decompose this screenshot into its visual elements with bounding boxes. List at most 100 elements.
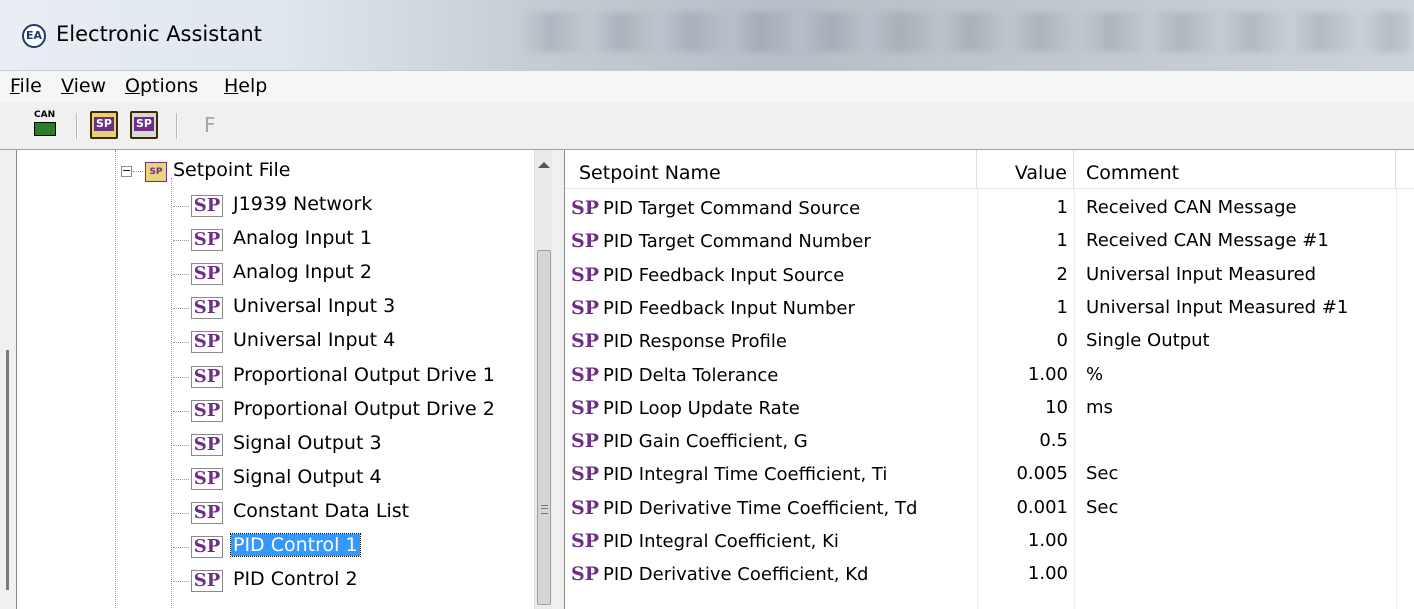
setpoint-name-cell[interactable]: SP PID Integral Time Coefficient, Ti <box>571 456 975 489</box>
setpoint-value-cell[interactable]: 0.005 <box>977 456 1068 489</box>
tree-connector <box>173 376 189 378</box>
toolbar-separator <box>176 113 178 139</box>
setpoint-name: PID Gain Coefficient, G <box>603 431 808 453</box>
tree-item[interactable]: SP Signal Output 4 <box>173 465 533 493</box>
toolbar: CAN SP SP F <box>0 103 1414 150</box>
setpoint-name: PID Feedback Input Source <box>603 264 845 286</box>
tree-connector <box>133 171 143 172</box>
setpoint-icon: SP <box>191 433 223 456</box>
menu-options[interactable]: Options <box>125 75 198 97</box>
setpoint-icon: SP <box>191 263 223 286</box>
tree-item[interactable]: SP Signal Output 3 <box>173 431 533 459</box>
setpoint-name-cell[interactable]: SP PID Response Profile <box>571 323 975 356</box>
table-row[interactable]: SP PID Delta Tolerance 1.00% <box>565 357 1414 390</box>
table-row[interactable]: SP PID Derivative Coefficient, Kd 1.00 <box>565 556 1414 589</box>
table-row[interactable]: SP PID Response Profile 0 Single Output <box>565 323 1414 356</box>
setpoint-tree[interactable]: − SP Setpoint File SP J1939 Network SP Anal… <box>16 150 553 609</box>
open-setpoint-file-button[interactable]: SP <box>90 111 118 139</box>
menu-view[interactable]: View <box>61 75 106 97</box>
setpoint-name-cell[interactable]: SP PID Gain Coefficient, G <box>571 423 975 456</box>
can-monitor-icon <box>34 122 56 136</box>
tree-connector <box>173 478 189 480</box>
setpoint-name-cell[interactable]: SP PID Target Command Source <box>571 190 975 223</box>
setpoint-value-cell[interactable]: 1 <box>977 290 1068 323</box>
table-row[interactable]: SP PID Integral Time Coefficient, Ti 0.005… <box>565 456 1414 489</box>
table-row[interactable]: SP PID Target Command Source 1 Received CAN… <box>565 190 1414 223</box>
tree-connector <box>173 444 189 446</box>
tree-item-label: Proportional Output Drive 1 <box>233 363 495 386</box>
title-bar[interactable]: EA Electronic Assistant <box>0 0 1414 70</box>
tree-item[interactable]: SP J1939 Network <box>173 192 533 220</box>
tree-item[interactable]: SP PID Control 1 <box>173 533 533 561</box>
setpoint-comment-cell: ms <box>1086 396 1113 418</box>
setpoint-icon: SP <box>571 330 600 353</box>
tree-connector <box>173 547 189 548</box>
setpoint-name-cell[interactable]: SP PID Derivative Coefficient, Kd <box>571 556 975 589</box>
tree-scrollbar[interactable] <box>534 150 552 609</box>
tree-connector <box>173 274 189 276</box>
tree-item[interactable]: SP Analog Input 2 <box>173 260 533 288</box>
tree-connector <box>173 512 189 514</box>
setpoint-value-cell[interactable]: 1.00 <box>977 556 1068 589</box>
setpoint-name-cell[interactable]: SP PID Feedback Input Source <box>571 257 975 290</box>
setpoint-value-cell[interactable]: 1.00 <box>977 523 1068 556</box>
setpoint-icon: SP <box>571 496 600 519</box>
setpoint-comment-cell: Sec <box>1086 496 1119 518</box>
setpoint-value-cell[interactable]: 1 <box>977 223 1068 256</box>
setpoint-value-cell[interactable]: 1.00 <box>977 357 1068 390</box>
save-setpoint-file-button[interactable]: SP <box>130 111 158 139</box>
setpoint-comment-cell: % <box>1086 363 1104 385</box>
column-header-comment[interactable]: Comment <box>1074 150 1396 188</box>
setpoint-name: PID Integral Coefficient, Ki <box>603 531 839 552</box>
can-connect-button[interactable]: CAN <box>34 111 62 139</box>
setpoint-name-cell[interactable]: SP PID Feedback Input Number <box>571 290 975 323</box>
tree-item[interactable]: SP Universal Input 3 <box>173 294 533 322</box>
table-row[interactable]: SP PID Feedback Input Number 1 Universal In… <box>565 290 1414 323</box>
setpoint-name-cell[interactable]: SP PID Derivative Time Coefficient, Td <box>571 490 975 523</box>
setpoint-value-cell[interactable]: 0 <box>977 323 1068 356</box>
flash-button[interactable]: F <box>204 113 216 137</box>
setpoint-name-cell[interactable]: SP PID Integral Coefficient, Ki <box>571 523 975 556</box>
tree-item-label: Universal Input 3 <box>233 295 396 318</box>
setpoint-value-cell[interactable]: 0.001 <box>977 490 1068 523</box>
column-header-setpoint-name[interactable]: Setpoint Name <box>565 150 977 188</box>
setpoint-name-cell[interactable]: SP PID Delta Tolerance <box>571 357 975 390</box>
tree-item[interactable]: SP Constant Data List <box>173 499 533 527</box>
table-row[interactable]: SP PID Derivative Time Coefficient, Td 0.0… <box>565 490 1414 523</box>
tree-item[interactable]: SP Proportional Output Drive 2 <box>173 397 533 425</box>
tree-connector <box>173 342 189 344</box>
edge-bar <box>6 350 9 590</box>
table-row[interactable]: SP PID Integral Coefficient, Ki 1.00 <box>565 523 1414 556</box>
window-title: Electronic Assistant <box>56 22 262 46</box>
setpoint-name: PID Integral Time Coefficient, Ti <box>603 464 888 486</box>
scrollbar-thumb[interactable] <box>537 250 551 605</box>
panel-splitter[interactable] <box>552 150 563 609</box>
tree-root-setpoint-file[interactable]: Setpoint File <box>173 159 291 181</box>
tree-item[interactable]: SP Analog Input 1 <box>173 226 533 254</box>
setpoint-value-cell[interactable]: 1 <box>977 190 1068 223</box>
menu-view-accel: V <box>61 75 74 97</box>
setpoint-name-cell[interactable]: SP PID Target Command Number <box>571 223 975 256</box>
tree-item[interactable]: SP PID Control 2 <box>173 567 533 595</box>
table-row[interactable]: SP PID Loop Update Rate 10 ms <box>565 390 1414 423</box>
scroll-up-arrow-icon[interactable] <box>538 162 550 168</box>
table-row[interactable]: SP PID Gain Coefficient, G 0.5 <box>565 423 1414 456</box>
table-row[interactable]: SP PID Feedback Input Source 2 Universal In… <box>565 257 1414 290</box>
tree-connector <box>173 581 189 583</box>
menu-file[interactable]: File <box>10 75 42 97</box>
setpoint-icon: SP <box>571 530 600 552</box>
table-row[interactable]: SP PID Target Command Number 1 Received CAN… <box>565 223 1414 256</box>
setpoint-name-cell[interactable]: SP PID Loop Update Rate <box>571 390 975 423</box>
tree-item-label: Proportional Output Drive 2 <box>233 397 495 420</box>
setpoint-value-cell[interactable]: 10 <box>977 390 1068 423</box>
setpoint-value-cell[interactable]: 2 <box>977 257 1068 290</box>
tree-item[interactable]: SP Proportional Output Drive 1 <box>173 363 533 391</box>
tree-item-label: Constant Data List <box>233 499 410 522</box>
collapse-icon[interactable]: − <box>121 165 132 177</box>
menu-help[interactable]: Help <box>224 75 267 97</box>
tree-guide-line <box>171 178 172 609</box>
setpoint-comment-cell <box>1086 523 1396 556</box>
column-header-value[interactable]: Value <box>977 150 1074 188</box>
setpoint-value-cell[interactable]: 0.5 <box>977 423 1068 456</box>
tree-item[interactable]: SP Universal Input 4 <box>173 328 533 356</box>
